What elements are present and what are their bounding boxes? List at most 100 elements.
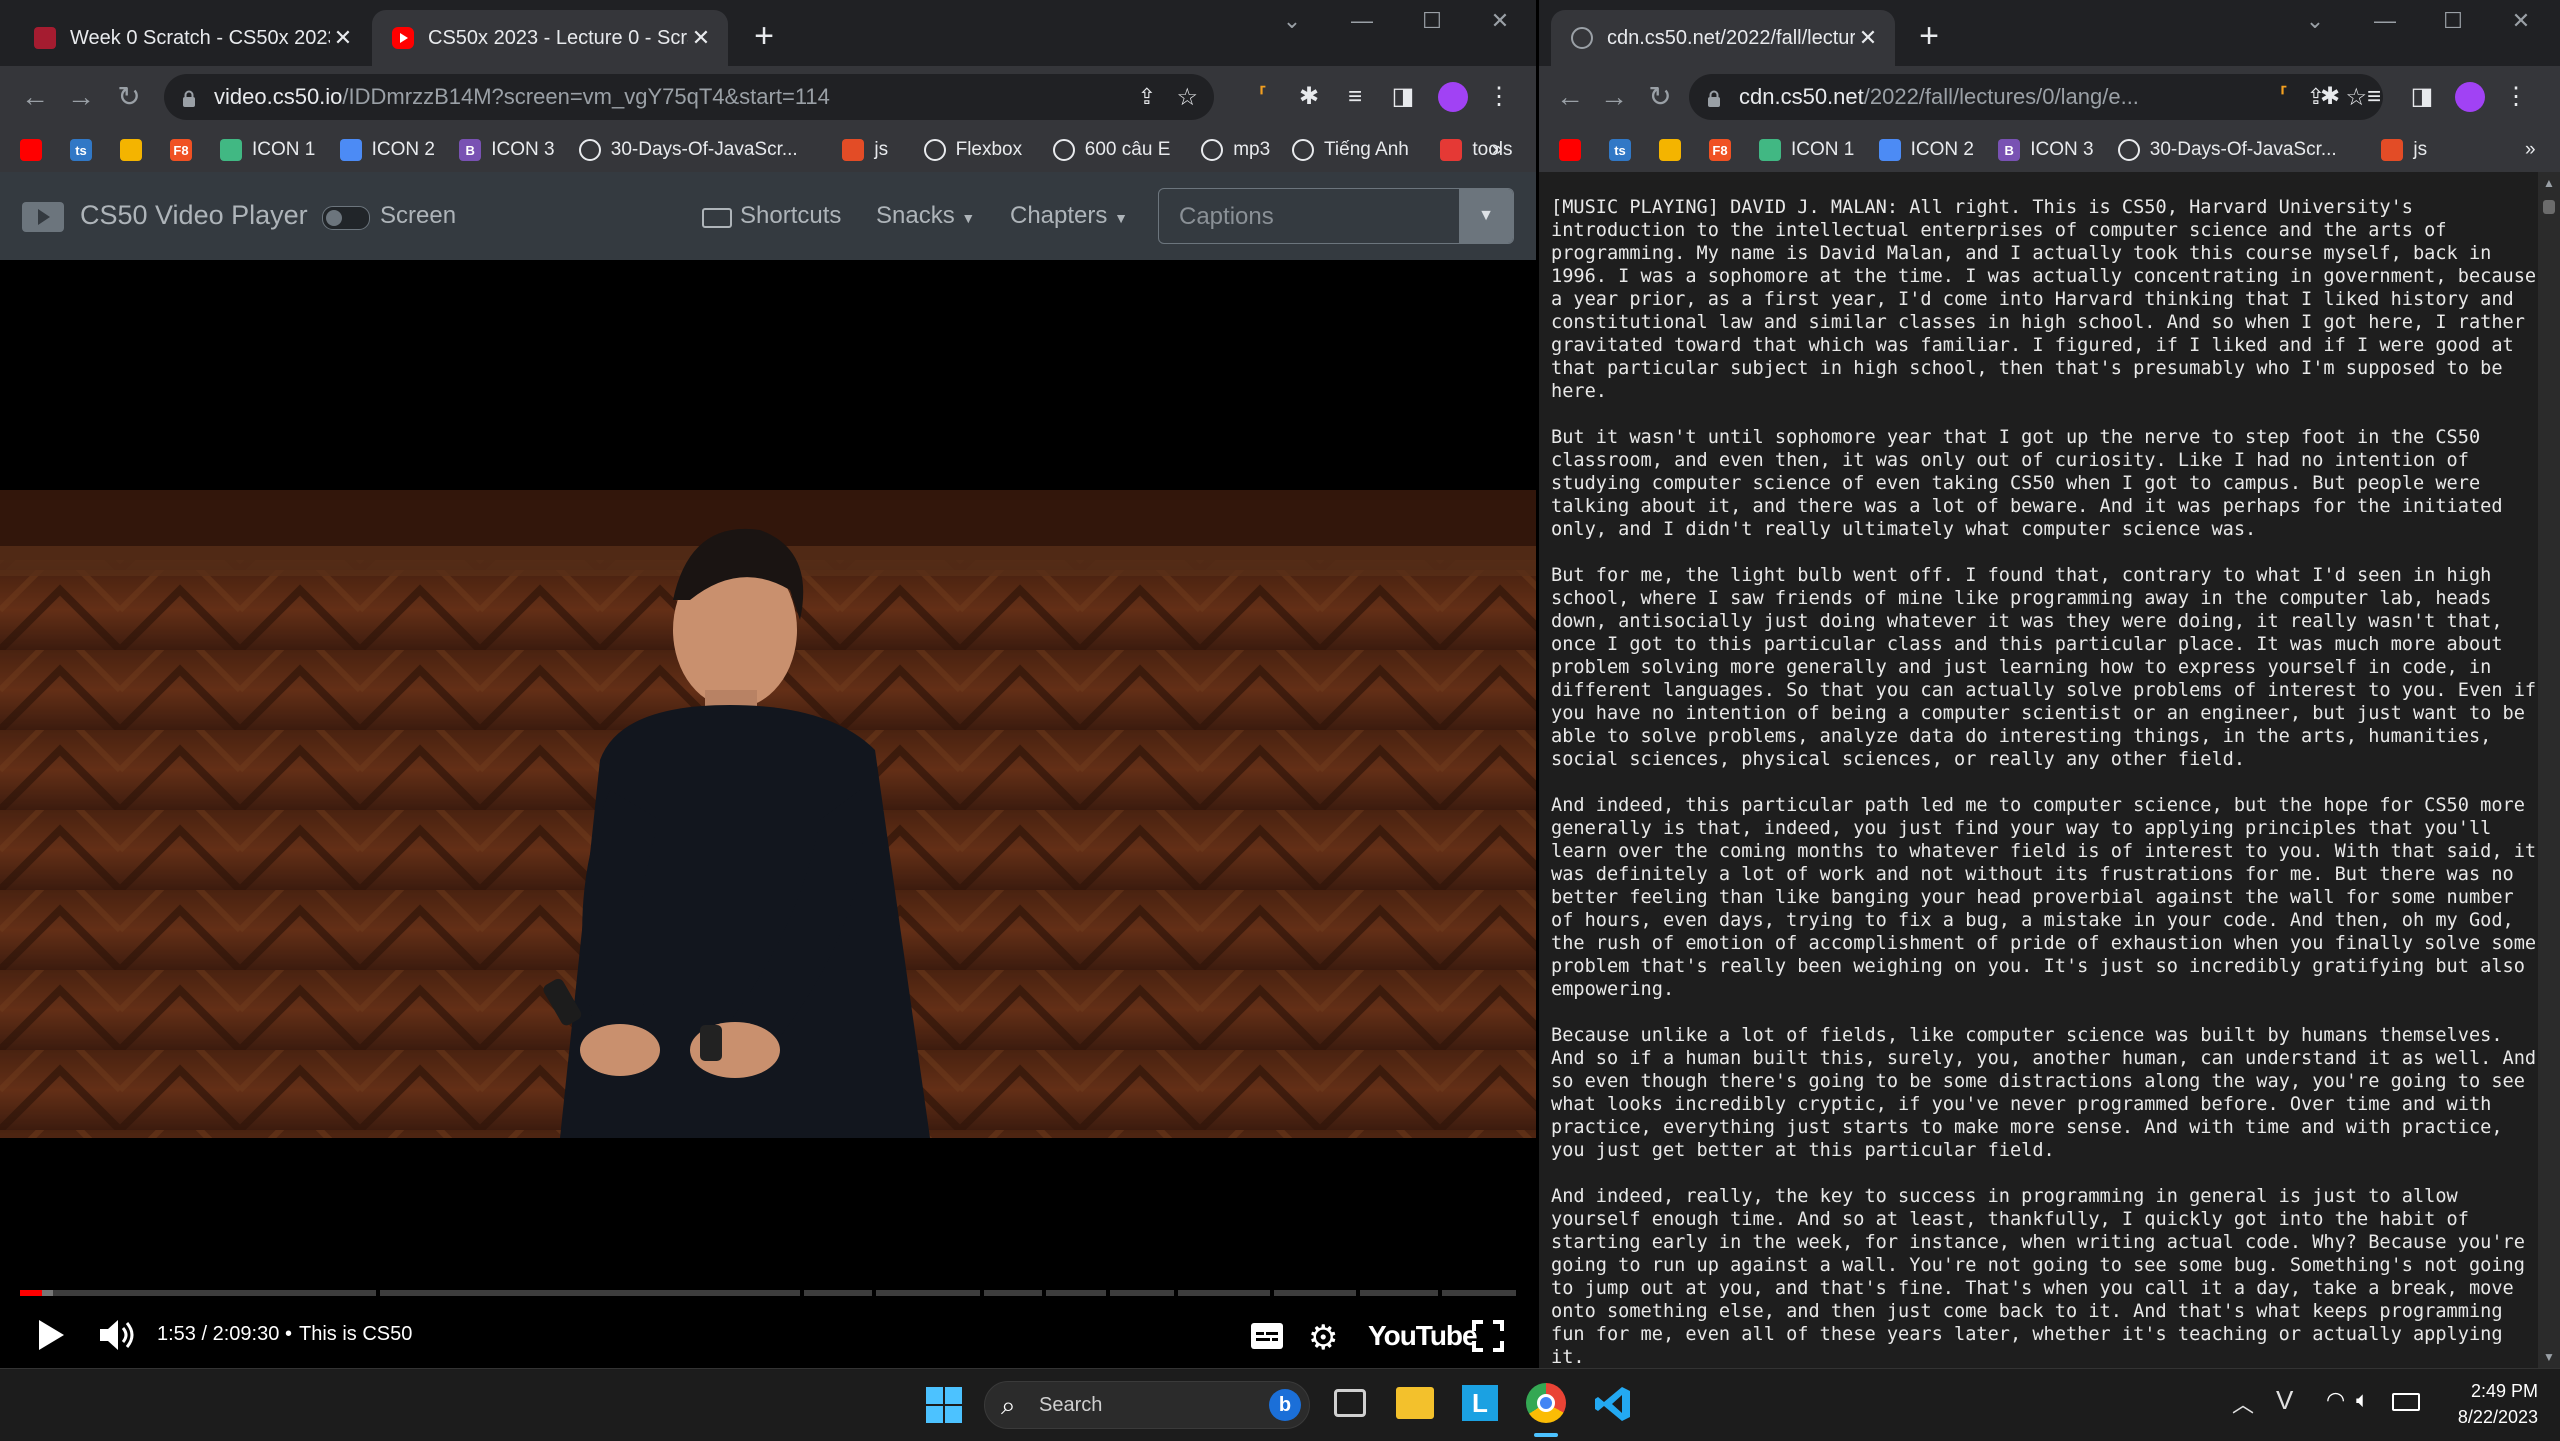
fullscreen-icon[interactable] xyxy=(1472,1320,1504,1357)
captions-dropdown-button[interactable]: ▼ xyxy=(1459,189,1513,243)
profile-avatar[interactable] xyxy=(1436,80,1470,114)
snacks-dropdown[interactable]: Snacks ▼ xyxy=(876,202,975,230)
close-tab-icon[interactable]: ✕ xyxy=(688,25,714,51)
app-l-icon[interactable]: L xyxy=(1462,1385,1498,1421)
progress-bar[interactable] xyxy=(20,1290,1516,1296)
extension-orange-icon[interactable]: ⸢ xyxy=(2267,80,2301,114)
play-button[interactable] xyxy=(36,1318,66,1357)
menu-kebab-icon[interactable]: ⋮ xyxy=(2499,80,2533,114)
scroll-up-arrow[interactable]: ▲ xyxy=(2543,176,2555,190)
bootstrap-icon: B xyxy=(1998,139,2021,161)
bookmark-f8[interactable]: F8 xyxy=(170,134,192,166)
video-frame[interactable] xyxy=(0,490,1536,1138)
bookmark-icon-1[interactable]: ICON 1 xyxy=(220,134,315,166)
side-panel-icon[interactable]: ◨ xyxy=(1386,80,1420,114)
bookmark-ti-ng-anh[interactable]: Tiếng Anh xyxy=(1292,134,1409,166)
scroll-down-arrow[interactable]: ▼ xyxy=(2543,1350,2555,1364)
bookmarks-overflow-chevron[interactable]: » xyxy=(2525,134,2536,166)
screen-toggle[interactable] xyxy=(322,206,370,230)
task-view-icon[interactable] xyxy=(1334,1389,1366,1417)
video-player[interactable]: 1:53 / 2:09:30 • This is CS50 ⚙ YouTube xyxy=(0,260,1536,1368)
bookmark-youtube[interactable] xyxy=(1559,134,1581,166)
bookmark-600-c-u-e[interactable]: 600 câu E xyxy=(1052,134,1170,166)
bookmark-icon-3[interactable]: B ICON 3 xyxy=(459,134,555,166)
bookmark-30-days-of-javascr[interactable]: 30-Days-Of-JavaScr... xyxy=(578,134,798,166)
chapters-dropdown[interactable]: Chapters ▼ xyxy=(1010,202,1128,230)
progress-played xyxy=(20,1290,42,1296)
bookmark-youtube[interactable] xyxy=(20,134,42,166)
battery-icon[interactable] xyxy=(2392,1393,2420,1411)
forward-button[interactable]: → xyxy=(62,78,100,116)
reload-button[interactable]: ↻ xyxy=(110,78,148,116)
close-tab-icon[interactable]: ✕ xyxy=(330,25,356,51)
bing-icon[interactable]: b xyxy=(1269,1389,1301,1421)
show-hidden-icons[interactable]: ︿ xyxy=(2232,1387,2254,1419)
bookmark-icon-3[interactable]: B ICON 3 xyxy=(1998,134,2094,166)
captions-select[interactable]: Captions ▼ xyxy=(1158,188,1514,244)
shortcuts-button[interactable]: Shortcuts xyxy=(740,202,841,230)
chrome-icon[interactable] xyxy=(1526,1383,1566,1423)
minimize-button[interactable]: — xyxy=(2365,8,2405,34)
new-tab-button[interactable]: + xyxy=(744,16,784,56)
bookmark-icon-1[interactable]: ICON 1 xyxy=(1759,134,1854,166)
bookmark-30-days-of-javascr[interactable]: 30-Days-Of-JavaScr... xyxy=(2117,134,2337,166)
bookmark-icon-2[interactable]: ICON 2 xyxy=(1878,134,1974,166)
close-window-button[interactable]: ✕ xyxy=(2501,8,2541,34)
extensions-puzzle-icon[interactable]: ✱ xyxy=(1292,80,1326,114)
settings-gear-icon[interactable]: ⚙ xyxy=(1308,1318,1338,1358)
vertical-scrollbar[interactable]: ▲ ▼ xyxy=(2538,172,2560,1368)
extension-orange-icon[interactable]: ⸢ xyxy=(1246,80,1280,114)
bookmark-f8[interactable]: F8 xyxy=(1709,134,1731,166)
bookmark-js[interactable]: js xyxy=(2381,134,2427,166)
forward-button[interactable]: → xyxy=(1595,78,1633,116)
profile-avatar[interactable] xyxy=(2453,80,2487,114)
scroll-thumb[interactable] xyxy=(2543,200,2555,214)
bookmark-flexbox[interactable]: Flexbox xyxy=(923,134,1022,166)
start-button[interactable] xyxy=(926,1387,962,1428)
maximize-button[interactable]: ☐ xyxy=(1412,8,1452,34)
reading-list-icon[interactable]: ≡ xyxy=(2357,80,2391,114)
tab-lecture0[interactable]: CS50x 2023 - Lecture 0 - Scratch ✕ xyxy=(372,10,728,66)
tab-search-icon[interactable]: ⌄ xyxy=(1272,8,1312,34)
side-panel-icon[interactable]: ◨ xyxy=(2405,80,2439,114)
tab-transcript[interactable]: cdn.cs50.net/2022/fall/lectures/0 ✕ xyxy=(1551,10,1895,66)
back-button[interactable]: ← xyxy=(1551,78,1589,116)
wifi-icon[interactable]: ◠ xyxy=(2326,1387,2345,1413)
bookmark-icon-2[interactable]: ICON 2 xyxy=(339,134,435,166)
bookmark-star-icon[interactable]: ☆ xyxy=(1176,83,1198,112)
transcript-paragraph: And indeed, this particular path led me … xyxy=(1551,795,2537,1000)
bookmarks-overflow-chevron[interactable]: » xyxy=(1492,134,1503,166)
share-icon[interactable]: ⇪ xyxy=(1138,84,1156,110)
close-tab-icon[interactable]: ✕ xyxy=(1855,25,1881,51)
address-bar[interactable]: video.cs50.io/IDDmrzzB14M?screen=vm_vgY7… xyxy=(164,74,1214,120)
extensions-puzzle-icon[interactable]: ✱ xyxy=(2313,80,2347,114)
subtitles-icon[interactable] xyxy=(1250,1322,1284,1355)
back-button[interactable]: ← xyxy=(16,78,54,116)
bookmark-bookmark-yellow[interactable] xyxy=(120,134,142,166)
file-explorer-icon[interactable] xyxy=(1396,1387,1434,1419)
brand-title[interactable]: CS50 Video Player xyxy=(80,200,308,231)
reading-list-icon[interactable]: ≡ xyxy=(1338,80,1372,114)
chapter-title[interactable]: This is CS50 xyxy=(299,1323,412,1346)
tab-week0-scratch[interactable]: Week 0 Scratch - CS50x 2023 ✕ xyxy=(14,10,370,66)
volume-icon[interactable] xyxy=(98,1318,138,1357)
volume-tray-icon[interactable]: 🔈︎ xyxy=(2356,1387,2369,1413)
bookmark-ts[interactable]: ts xyxy=(1609,134,1631,166)
close-window-button[interactable]: ✕ xyxy=(1480,8,1520,34)
vuetify-tray-icon[interactable]: V xyxy=(2276,1385,2293,1416)
clock-date[interactable]: 8/22/2023 xyxy=(2428,1407,2538,1428)
bookmark-js[interactable]: js xyxy=(842,134,888,166)
minimize-button[interactable]: — xyxy=(1342,8,1382,34)
bookmark-mp3[interactable]: mp3 xyxy=(1201,134,1270,166)
bookmark-bookmark-yellow[interactable] xyxy=(1659,134,1681,166)
tab-search-icon[interactable]: ⌄ xyxy=(2295,8,2335,34)
reload-button[interactable]: ↻ xyxy=(1641,78,1679,116)
menu-kebab-icon[interactable]: ⋮ xyxy=(1482,80,1516,114)
clock-time[interactable]: 2:49 PM xyxy=(2448,1381,2538,1402)
youtube-logo[interactable]: YouTube xyxy=(1368,1320,1478,1352)
bookmark-ts[interactable]: ts xyxy=(70,134,92,166)
vscode-icon[interactable] xyxy=(1594,1385,1632,1428)
taskbar-search[interactable]: ⌕ Search b xyxy=(984,1381,1310,1429)
new-tab-button[interactable]: + xyxy=(1909,16,1949,56)
maximize-button[interactable]: ☐ xyxy=(2433,8,2473,34)
